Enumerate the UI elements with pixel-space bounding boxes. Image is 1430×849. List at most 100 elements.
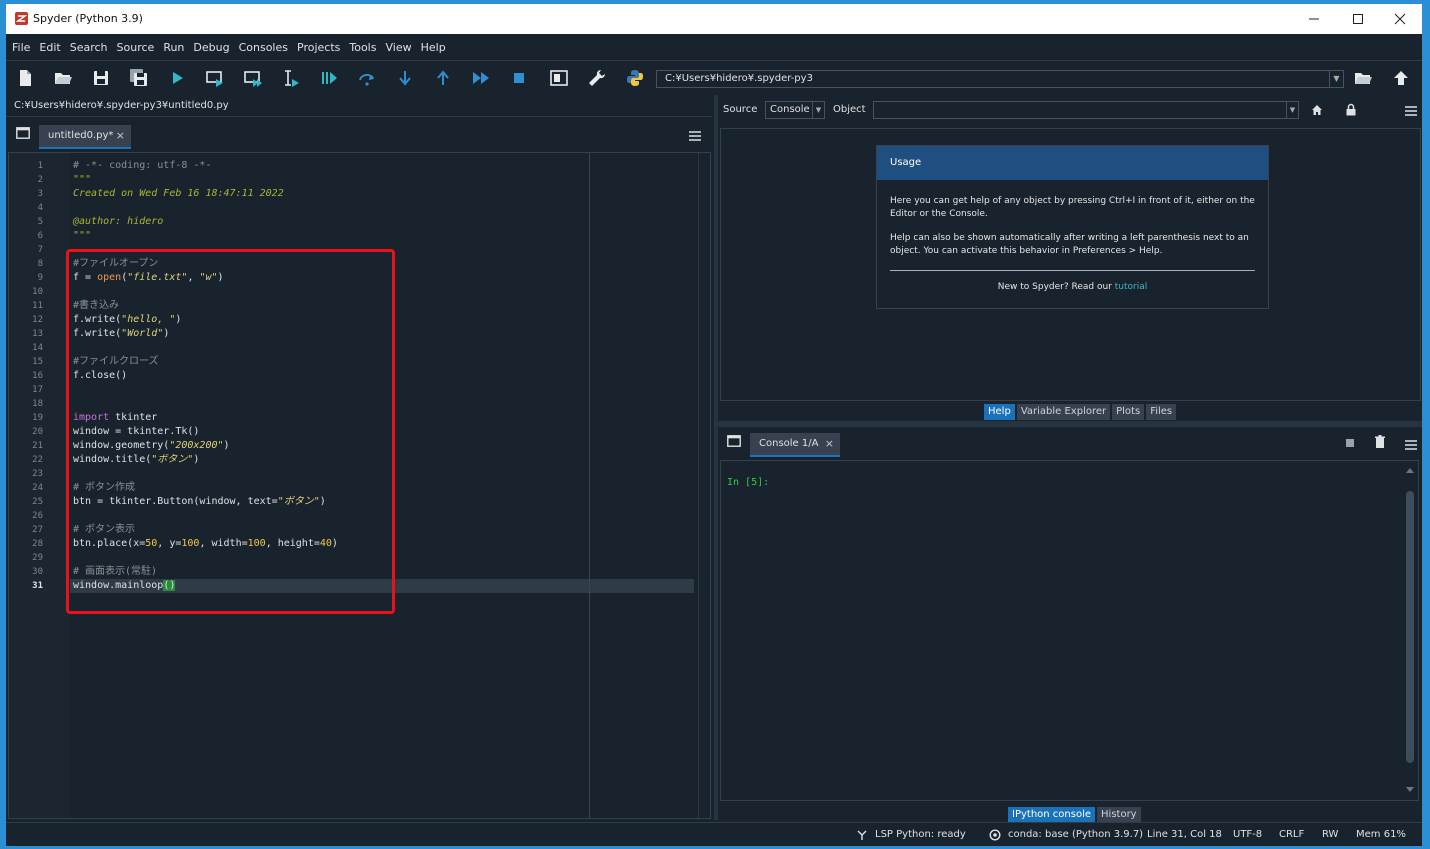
- run-cell-button[interactable]: [204, 67, 226, 89]
- usage-paragraph: Here you can get help of any object by p…: [890, 196, 1255, 219]
- line-number: 4: [37, 203, 43, 213]
- preferences-button[interactable]: [586, 67, 608, 89]
- source-combo[interactable]: Console ▼: [765, 101, 825, 119]
- menu-run[interactable]: Run: [160, 34, 187, 61]
- menu-tools[interactable]: Tools: [346, 34, 379, 61]
- hamburger-menu-icon[interactable]: [1404, 105, 1418, 117]
- browse-tabs-icon[interactable]: [727, 435, 741, 447]
- stop-debug-button[interactable]: [508, 67, 530, 89]
- tab-files[interactable]: Files: [1146, 404, 1177, 420]
- chevron-down-icon[interactable]: ▼: [1286, 102, 1298, 118]
- menu-view[interactable]: View: [382, 34, 414, 61]
- tab-untitled0[interactable]: untitled0.py* ×: [39, 125, 131, 149]
- hamburger-menu-icon[interactable]: [688, 130, 702, 142]
- tab-history[interactable]: History: [1097, 807, 1141, 823]
- save-all-button[interactable]: [128, 67, 150, 89]
- object-combo[interactable]: ▼: [873, 101, 1299, 119]
- working-directory-value: C:¥Users¥hidero¥.spyder-py3: [665, 73, 813, 84]
- tutorial-link[interactable]: tutorial: [1115, 282, 1147, 292]
- hamburger-menu-icon[interactable]: [1404, 439, 1418, 451]
- run-cell-advance-button[interactable]: [242, 67, 264, 89]
- close-tab-icon[interactable]: ×: [116, 125, 125, 147]
- line-number: 30: [32, 567, 43, 577]
- line-number: 29: [32, 553, 43, 563]
- maximize-pane-icon: [550, 70, 568, 86]
- chevron-down-icon[interactable]: ▼: [1329, 71, 1343, 87]
- tab-plots[interactable]: Plots: [1112, 404, 1145, 420]
- minimize-icon: [1309, 18, 1319, 20]
- highlight-annotation-box: [66, 249, 395, 614]
- step-return-button[interactable]: [432, 67, 454, 89]
- line-number: 15: [32, 357, 43, 367]
- working-directory-combo[interactable]: C:¥Users¥hidero¥.spyder-py3 ▼: [656, 70, 1344, 88]
- code-line: """: [73, 230, 92, 241]
- editor-scrollbar[interactable]: [698, 153, 710, 818]
- save-all-icon: [130, 69, 147, 86]
- console-tab-label: Console 1/A: [759, 438, 819, 449]
- folder-open-icon: [55, 73, 72, 84]
- new-file-button[interactable]: [14, 67, 36, 89]
- python-path-manager-button[interactable]: [624, 67, 646, 89]
- line-number: 9: [37, 273, 43, 283]
- debug-icon: [322, 72, 337, 84]
- maximize-button[interactable]: [1336, 4, 1380, 34]
- step-over-button[interactable]: [356, 67, 378, 89]
- line-number: 13: [32, 329, 43, 339]
- ipython-console[interactable]: In [5]:: [720, 460, 1419, 801]
- tab-help[interactable]: Help: [984, 404, 1015, 420]
- tab-variable-explorer[interactable]: Variable Explorer: [1016, 404, 1111, 420]
- scroll-down-icon[interactable]: [1406, 787, 1414, 793]
- menu-consoles[interactable]: Consoles: [236, 34, 291, 61]
- line-number: 22: [32, 455, 43, 465]
- menu-file[interactable]: File: [9, 34, 33, 61]
- save-file-button[interactable]: [90, 67, 112, 89]
- scroll-thumb[interactable]: [1406, 491, 1414, 763]
- play-icon: [173, 72, 183, 84]
- open-file-button[interactable]: [52, 67, 74, 89]
- cursor-position: Line 31, Col 18: [1147, 829, 1222, 840]
- tab-console-1a[interactable]: Console 1/A ×: [750, 433, 840, 457]
- continue-button[interactable]: [470, 67, 492, 89]
- console-scrollbar[interactable]: [1404, 467, 1416, 795]
- arrow-up-icon: [1394, 71, 1408, 85]
- stop-icon: [514, 73, 524, 83]
- parent-directory-button[interactable]: [1390, 67, 1412, 89]
- maximize-pane-button[interactable]: [548, 67, 570, 89]
- window-title: Spyder (Python 3.9): [33, 12, 143, 25]
- minimize-button[interactable]: [1292, 4, 1336, 34]
- object-label: Object: [833, 104, 866, 115]
- menu-help[interactable]: Help: [418, 34, 449, 61]
- run-file-button[interactable]: [166, 67, 188, 89]
- line-number: 2: [37, 175, 43, 185]
- menu-search[interactable]: Search: [67, 34, 111, 61]
- menu-bar: File Edit Search Source Run Debug Consoles Proj…: [6, 34, 1422, 61]
- home-icon[interactable]: [1311, 104, 1323, 116]
- code-line: """: [73, 174, 92, 185]
- menu-edit[interactable]: Edit: [36, 34, 63, 61]
- menu-projects[interactable]: Projects: [294, 34, 343, 61]
- new-file-icon: [20, 70, 31, 86]
- lock-icon[interactable]: [1345, 103, 1357, 116]
- trash-icon[interactable]: [1374, 435, 1386, 449]
- close-tab-icon[interactable]: ×: [825, 433, 834, 455]
- tab-ipython-console[interactable]: IPython console: [1008, 807, 1096, 823]
- scroll-up-icon[interactable]: [1406, 467, 1414, 473]
- usage-title: Usage: [877, 146, 1268, 180]
- browse-tabs-icon[interactable]: [16, 127, 30, 139]
- line-number: 14: [32, 343, 43, 353]
- stop-kernel-icon[interactable]: [1346, 439, 1354, 447]
- console-prompt: In [5]:: [727, 477, 770, 488]
- step-into-icon: [399, 71, 411, 86]
- menu-source[interactable]: Source: [114, 34, 158, 61]
- tutorial-prompt: New to Spyder? Read our tutorial: [997, 282, 1148, 292]
- browse-directory-button[interactable]: [1352, 67, 1374, 89]
- line-number: 8: [37, 259, 43, 269]
- menu-debug[interactable]: Debug: [190, 34, 232, 61]
- line-number: 27: [32, 525, 43, 535]
- title-bar: Spyder (Python 3.9): [6, 4, 1422, 34]
- close-button[interactable]: [1378, 4, 1422, 34]
- debug-button[interactable]: [318, 67, 340, 89]
- step-into-button[interactable]: [394, 67, 416, 89]
- run-selection-button[interactable]: [280, 67, 302, 89]
- chevron-down-icon[interactable]: ▼: [812, 102, 824, 118]
